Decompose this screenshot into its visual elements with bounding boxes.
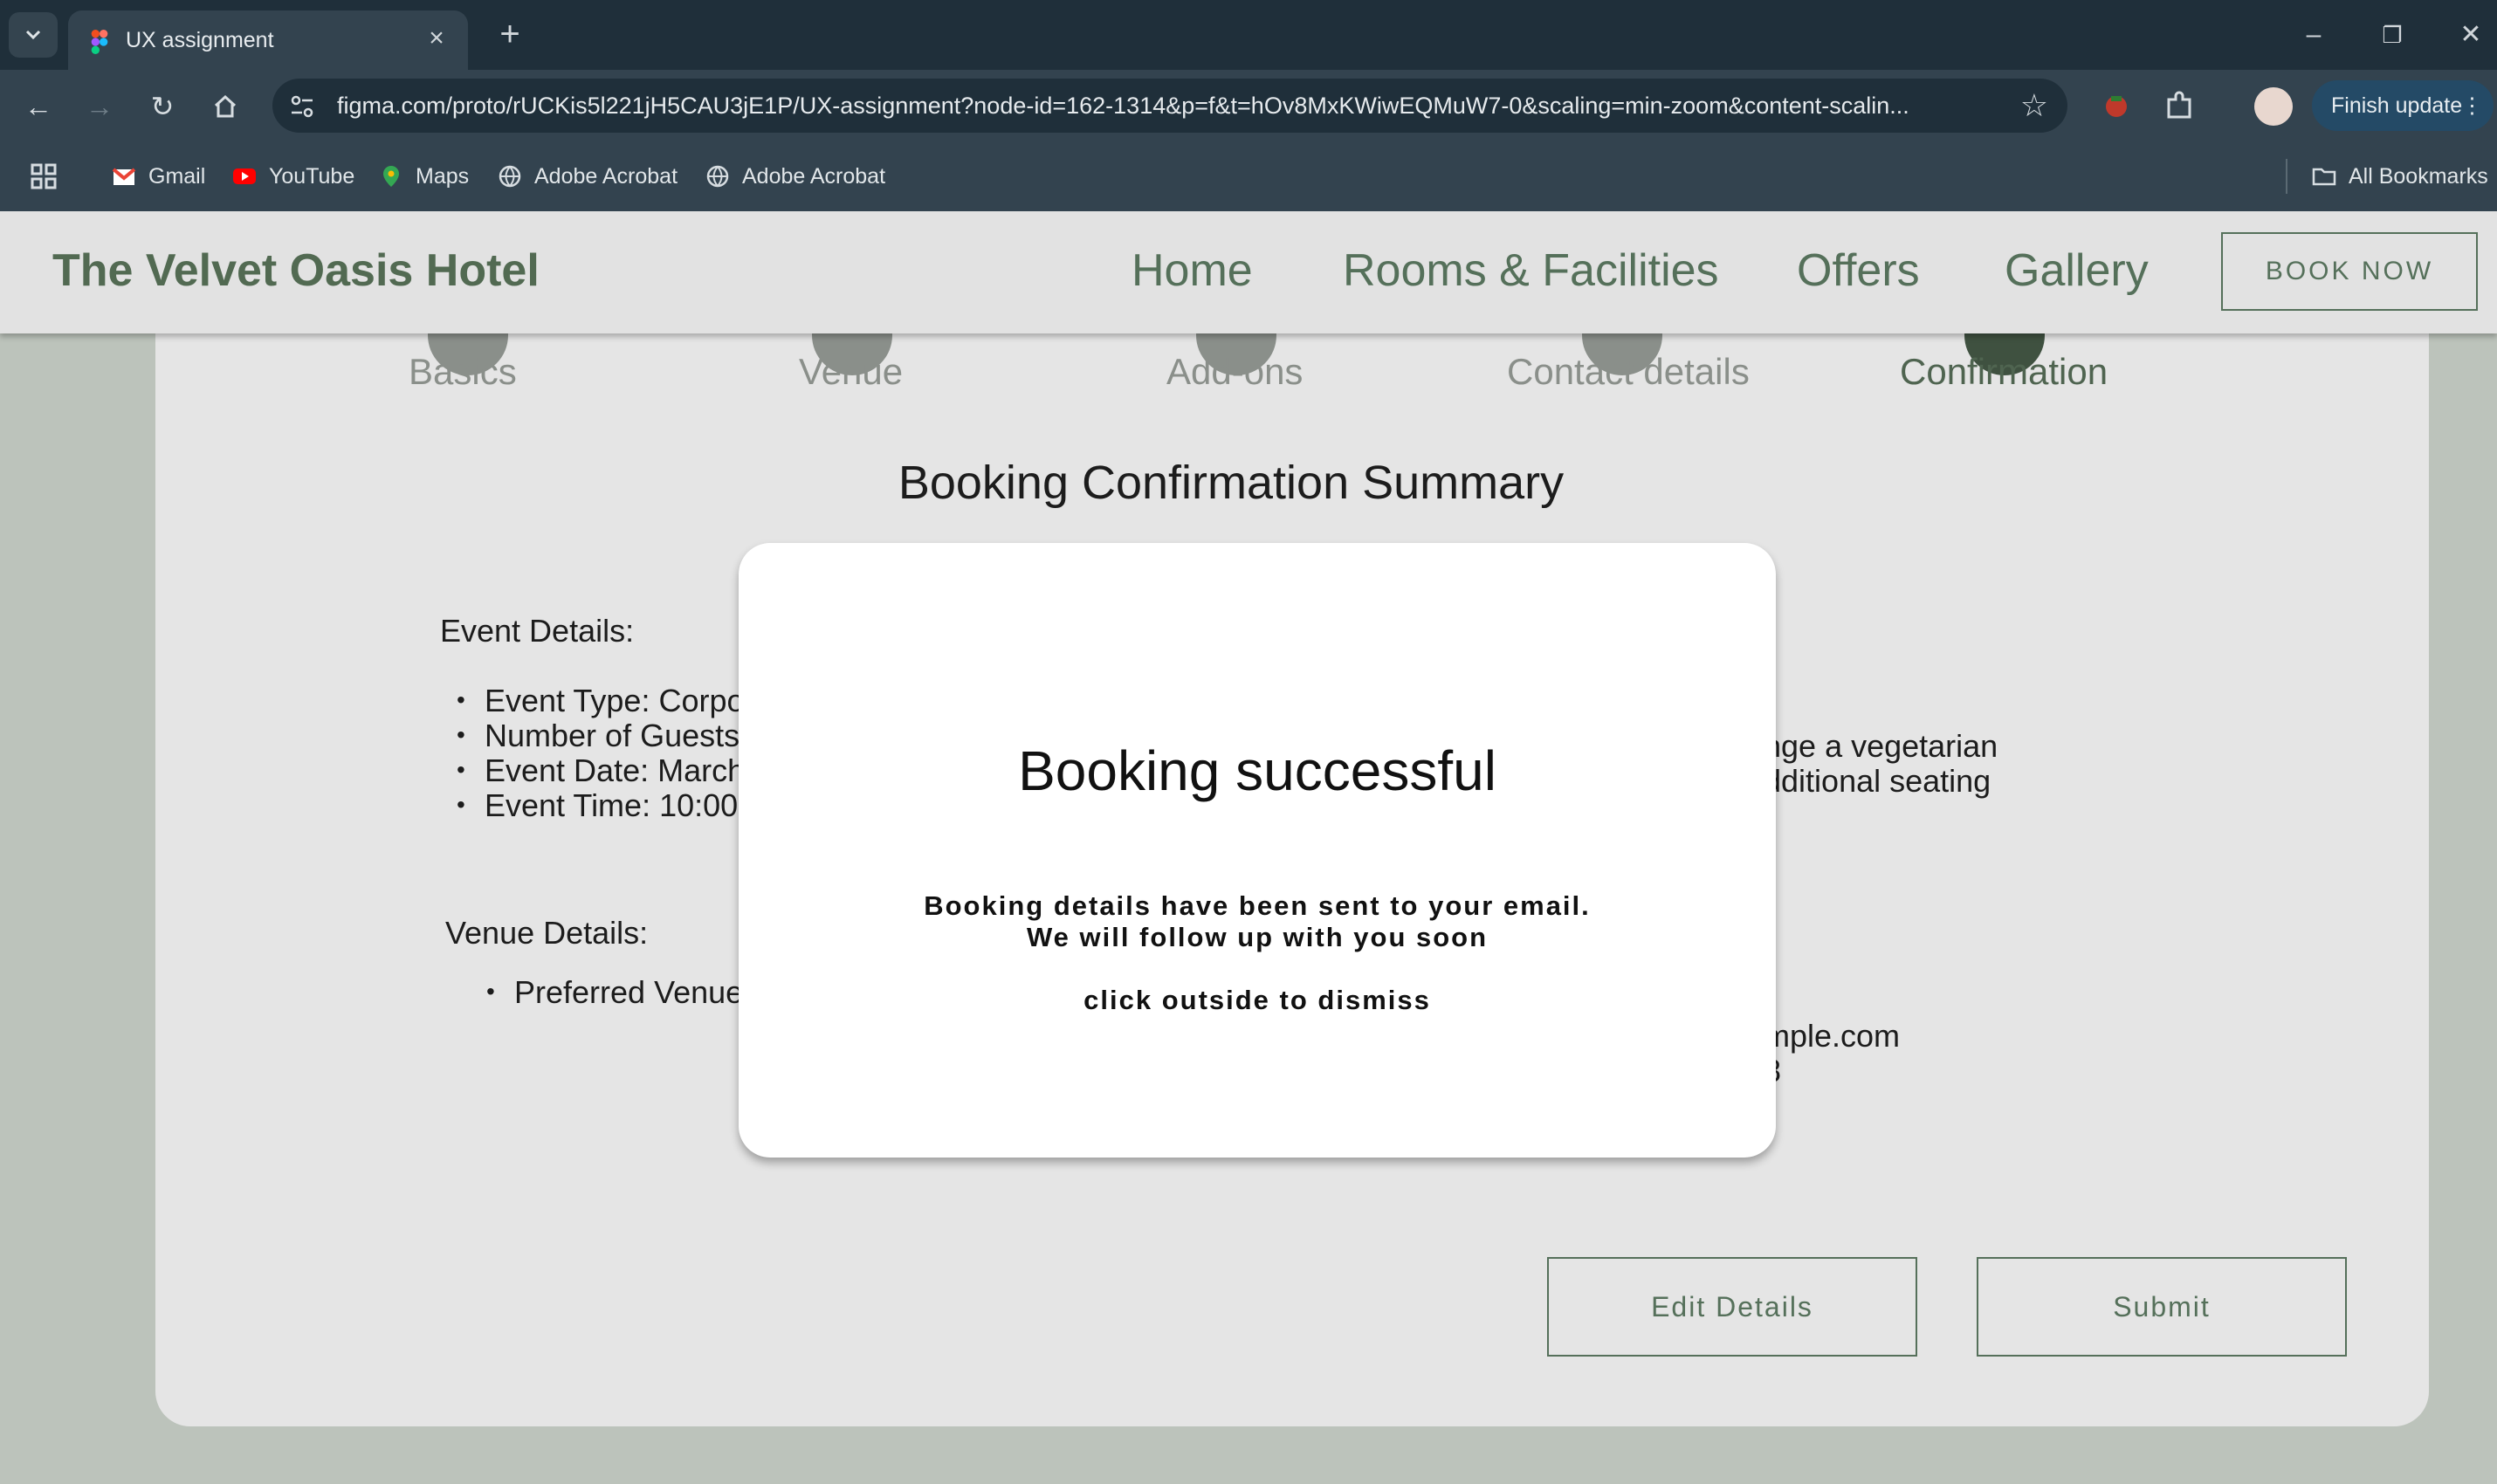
home-icon[interactable] bbox=[204, 86, 246, 127]
modal-message-line2: We will follow up with you soon bbox=[1026, 922, 1489, 952]
modal-title: Booking successful bbox=[1018, 739, 1496, 802]
event-date: Event Date: March bbox=[457, 752, 745, 789]
bookmark-star-icon[interactable]: ☆ bbox=[2020, 87, 2048, 124]
bookmark-label: Adobe Acrobat bbox=[534, 163, 678, 189]
back-icon[interactable]: ← bbox=[17, 86, 59, 127]
contact-email: mple.com bbox=[1764, 1018, 1901, 1054]
figma-icon bbox=[91, 30, 108, 54]
edit-details-button[interactable]: Edit Details bbox=[1547, 1257, 1917, 1357]
event-type: Event Type: Corpor bbox=[457, 683, 754, 719]
nav-offers[interactable]: Offers bbox=[1797, 244, 1920, 297]
globe-icon bbox=[499, 165, 521, 188]
tab-title: UX assignment bbox=[126, 28, 274, 52]
extensions-puzzle-icon[interactable] bbox=[2162, 89, 2197, 124]
finish-update-button[interactable]: Finish update ⋮ bbox=[2312, 80, 2494, 131]
site-brand[interactable]: The Velvet Oasis Hotel bbox=[52, 244, 540, 297]
addons-note-line1: nge a vegetarian bbox=[1764, 728, 1998, 764]
bookmark-label: YouTube bbox=[269, 163, 355, 189]
bookmark-adobe-acrobat-2[interactable]: Adobe Acrobat bbox=[705, 161, 885, 192]
maps-icon bbox=[383, 166, 399, 187]
nav-rooms-facilities[interactable]: Rooms & Facilities bbox=[1343, 244, 1719, 297]
bookmarks-divider bbox=[2286, 159, 2287, 194]
all-bookmarks[interactable]: All Bookmarks bbox=[2312, 161, 2488, 192]
bookmarks-bar: Gmail YouTube Maps Adobe Acrobat Adobe A… bbox=[0, 141, 2497, 211]
step-contact-details[interactable]: Contact details bbox=[1507, 351, 1750, 393]
page-viewport: The Velvet Oasis Hotel Home Rooms & Faci… bbox=[0, 211, 2497, 1484]
window-close-icon[interactable]: ✕ bbox=[2445, 12, 2497, 58]
url-text: figma.com/proto/rUCKis5l221jH5CAU3jE1P/U… bbox=[337, 93, 1909, 119]
bookmark-label: Maps bbox=[416, 163, 470, 189]
profile-avatar[interactable] bbox=[2254, 87, 2293, 126]
event-guests: Number of Guests: bbox=[457, 718, 748, 754]
event-time: Event Time: 10:00 A bbox=[457, 787, 766, 824]
restore-icon[interactable]: ❐ bbox=[2366, 12, 2418, 58]
more-menu-icon: ⋮ bbox=[2461, 93, 2483, 118]
folder-icon bbox=[2312, 168, 2336, 186]
site-settings-icon[interactable] bbox=[288, 93, 316, 120]
modal-dismiss-hint: click outside to dismiss bbox=[1083, 985, 1431, 1015]
event-details-title: Event Details: bbox=[440, 613, 635, 649]
bookmark-maps[interactable]: Maps bbox=[379, 161, 469, 192]
globe-icon bbox=[706, 165, 729, 188]
browser-toolbar: ← → ↻ figma.com/proto/rUCKis5l221jH5CAU3… bbox=[0, 70, 2497, 141]
summary-title: Booking Confirmation Summary bbox=[898, 457, 1565, 509]
submit-button[interactable]: Submit bbox=[1977, 1257, 2347, 1357]
bookmark-label: Gmail bbox=[148, 163, 206, 189]
new-tab-icon[interactable]: + bbox=[491, 16, 529, 54]
preferred-venue: Preferred Venue bbox=[486, 974, 743, 1011]
gmail-icon bbox=[112, 168, 136, 185]
modal-message-line1: Booking details have been sent to your e… bbox=[924, 890, 1591, 921]
minimize-icon[interactable]: – bbox=[2287, 12, 2340, 58]
forward-icon[interactable]: → bbox=[79, 86, 120, 127]
success-modal[interactable]: Booking successful Booking details have … bbox=[739, 543, 1776, 1158]
book-now-button[interactable]: BOOK NOW bbox=[2221, 232, 2478, 311]
all-bookmarks-label: All Bookmarks bbox=[2349, 163, 2488, 189]
extension-icon[interactable] bbox=[2099, 89, 2134, 124]
site-header: The Velvet Oasis Hotel Home Rooms & Faci… bbox=[0, 211, 2497, 333]
step-addons[interactable]: Add-ons bbox=[1166, 351, 1303, 393]
nav-gallery[interactable]: Gallery bbox=[2005, 244, 2149, 297]
addons-note-line2: dditional seating bbox=[1764, 763, 1991, 799]
bookmark-label: Adobe Acrobat bbox=[742, 163, 886, 189]
step-confirmation[interactable]: Confirmation bbox=[1900, 351, 2108, 393]
tab-search-button[interactable] bbox=[9, 12, 58, 58]
apps-icon[interactable] bbox=[30, 161, 58, 192]
bookmark-gmail[interactable]: Gmail bbox=[112, 161, 205, 192]
browser-tab[interactable]: UX assignment × bbox=[68, 10, 468, 70]
venue-details-title: Venue Details: bbox=[445, 915, 649, 951]
nav-home[interactable]: Home bbox=[1132, 244, 1253, 297]
finish-update-label: Finish update bbox=[2331, 93, 2463, 118]
chevron-down-icon bbox=[25, 30, 41, 40]
tab-close-icon[interactable]: × bbox=[421, 23, 452, 54]
bookmark-youtube[interactable]: YouTube bbox=[232, 161, 354, 192]
youtube-icon bbox=[233, 168, 256, 184]
step-basics[interactable]: Basics bbox=[409, 351, 517, 393]
address-bar[interactable]: figma.com/proto/rUCKis5l221jH5CAU3jE1P/U… bbox=[272, 79, 2067, 133]
bookmark-adobe-acrobat-1[interactable]: Adobe Acrobat bbox=[498, 161, 678, 192]
step-venue[interactable]: Venue bbox=[799, 351, 903, 393]
reload-icon[interactable]: ↻ bbox=[141, 86, 183, 127]
browser-tab-bar: UX assignment × + – ❐ ✕ bbox=[0, 0, 2497, 70]
